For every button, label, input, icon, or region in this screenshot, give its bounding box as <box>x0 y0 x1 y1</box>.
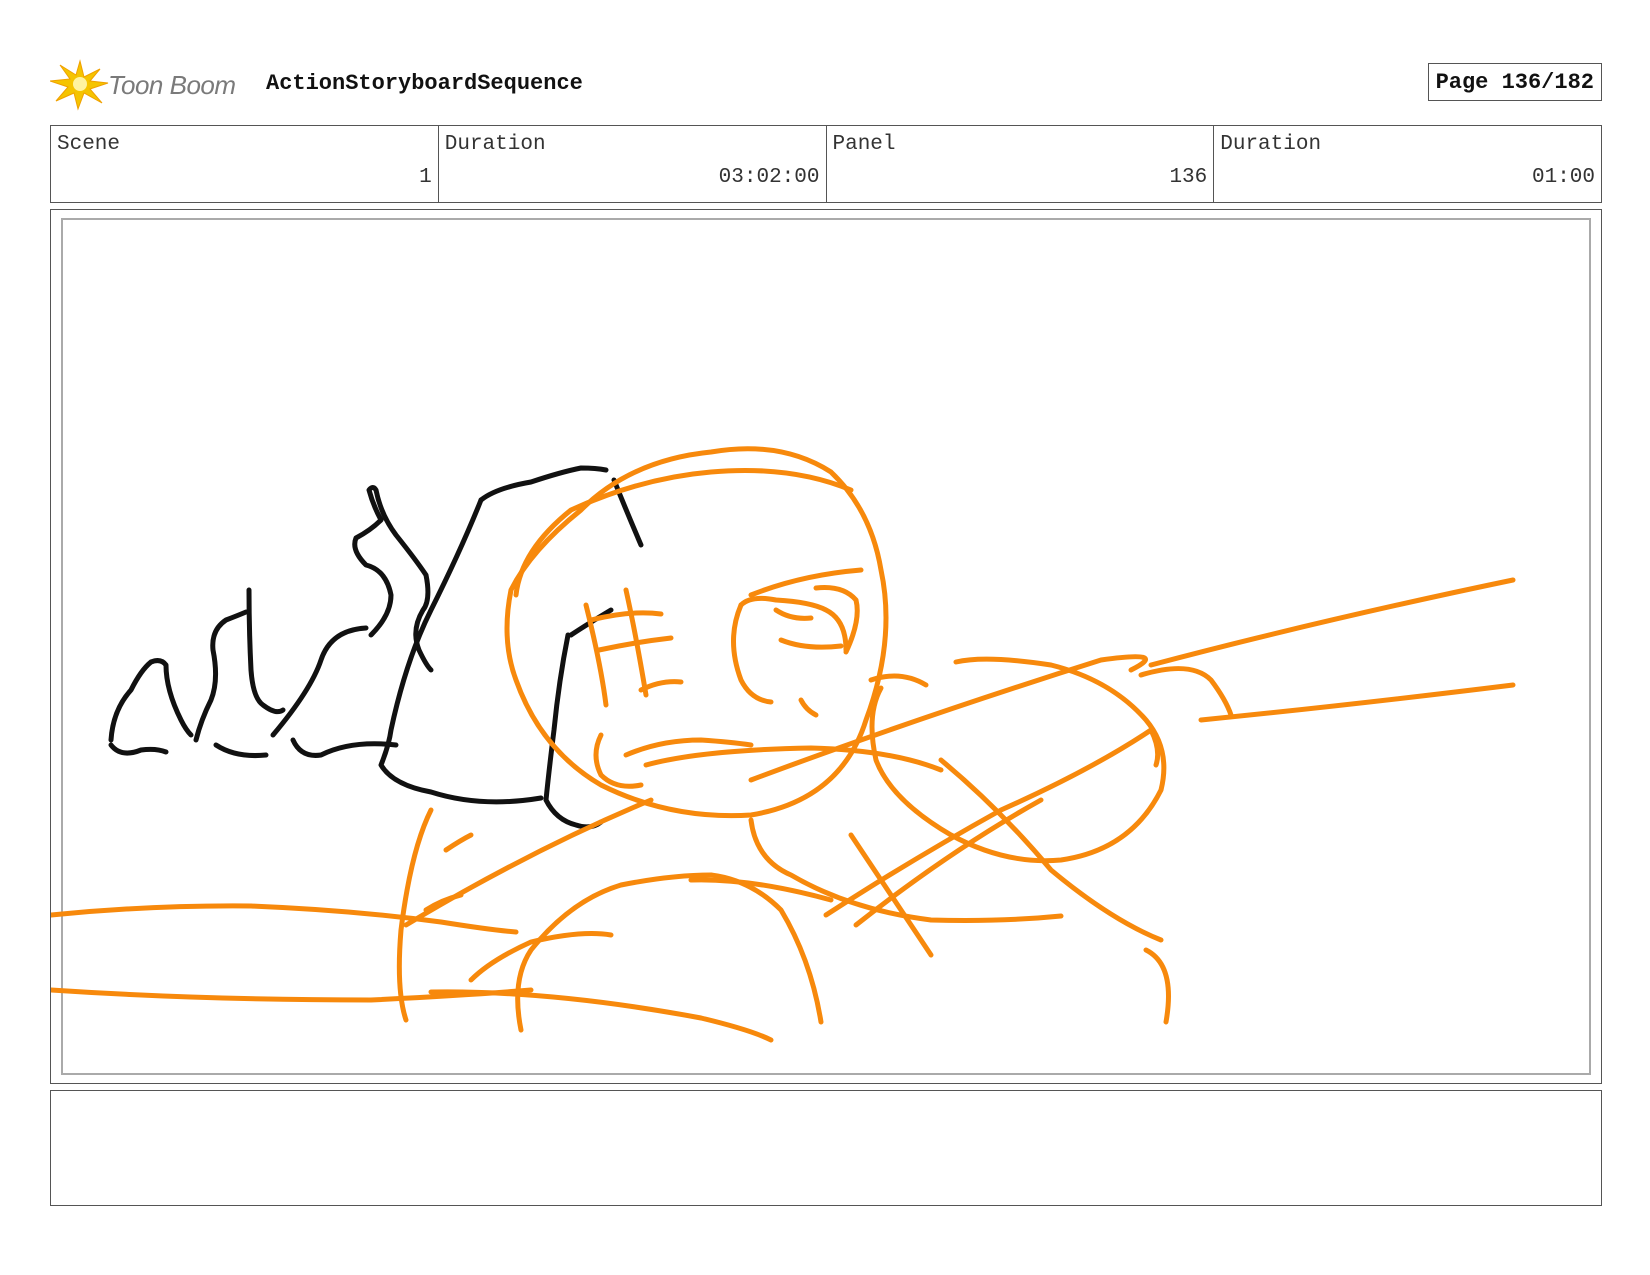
panel-duration-value: 01:00 <box>1531 166 1595 189</box>
page-number: Page 136/182 <box>1427 63 1602 101</box>
scene-duration-label: Duration <box>444 133 546 156</box>
info-table: Scene 1 Duration 03:02:00 Panel 136 Dura… <box>50 125 1602 203</box>
sequence-title: ActionStoryboardSequence <box>266 71 583 96</box>
scene-duration-cell: Duration 03:02:00 <box>439 126 827 202</box>
page-header: Toon Boom ActionStoryboardSequence Page … <box>49 55 1602 115</box>
scene-duration-value: 03:02:00 <box>718 166 820 189</box>
starburst-icon <box>49 59 109 111</box>
panel-value: 136 <box>1169 166 1208 189</box>
panel-notes-box <box>50 1090 1602 1206</box>
black-sketch <box>108 465 644 830</box>
scene-cell: Scene 1 <box>51 126 439 202</box>
scene-value: 1 <box>419 166 432 189</box>
panel-duration-cell: Duration 01:00 <box>1214 126 1601 202</box>
scene-label: Scene <box>57 133 121 156</box>
panel-sketch <box>51 446 1516 1043</box>
toon-boom-logo: Toon Boom <box>49 59 250 111</box>
logo-text: Toon Boom <box>108 70 236 100</box>
panel-cell: Panel 136 <box>827 126 1215 202</box>
panel-label: Panel <box>832 133 896 156</box>
panel-duration-label: Duration <box>1220 133 1322 156</box>
storyboard-panel <box>50 209 1602 1084</box>
orange-sketch <box>51 446 1516 1043</box>
